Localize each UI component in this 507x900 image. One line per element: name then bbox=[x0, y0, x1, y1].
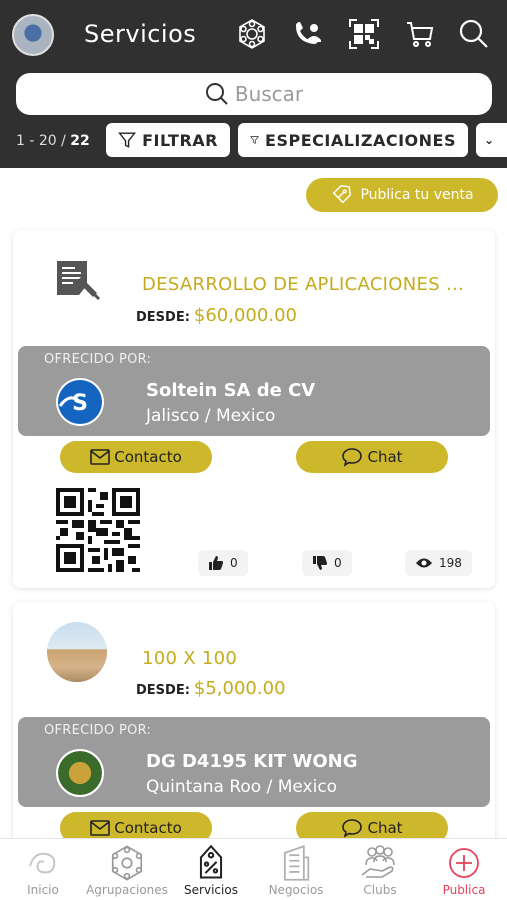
offered-by-label: OFRECIDO POR: bbox=[44, 723, 152, 738]
nav-item-inicio[interactable]: Inicio bbox=[1, 843, 85, 897]
search-field-icon bbox=[205, 83, 228, 105]
chat-bubble-icon bbox=[342, 448, 363, 467]
listing-title[interactable]: DESARROLLO DE APLICACIONES ... bbox=[142, 274, 464, 295]
envelope-icon bbox=[90, 820, 111, 836]
seller-name[interactable]: Soltein SA de CV bbox=[146, 380, 315, 401]
qr-code-icon[interactable] bbox=[348, 18, 380, 50]
seller-name[interactable]: DG D4195 KIT WONG bbox=[146, 751, 357, 772]
chat-label: Chat bbox=[367, 448, 403, 466]
nav-label: Negocios bbox=[268, 883, 324, 897]
listing-title[interactable]: 100 X 100 bbox=[142, 648, 237, 669]
seller-logo bbox=[56, 749, 104, 797]
listing-price-row: DESDE: $5,000.00 bbox=[136, 678, 286, 699]
nav-item-clubs[interactable]: Clubs bbox=[338, 843, 422, 897]
discount-tag-icon bbox=[333, 185, 352, 204]
funnel-icon bbox=[250, 136, 259, 144]
network-icon bbox=[111, 845, 143, 881]
chevron-down-icon: ⌄ bbox=[484, 133, 495, 147]
nav-item-negocios[interactable]: Negocios bbox=[254, 843, 338, 897]
thumbs-up-icon bbox=[209, 556, 223, 570]
desde-label: DESDE: bbox=[136, 310, 190, 325]
filter-label: FILTRAR bbox=[142, 130, 218, 150]
nav-label: Publica bbox=[442, 883, 486, 897]
more-filters-button[interactable]: ⌄ bbox=[476, 123, 507, 157]
phone-user-icon[interactable] bbox=[292, 18, 324, 50]
plus-circle-icon bbox=[449, 848, 479, 878]
nav-label: Servicios bbox=[184, 883, 238, 897]
nav-label: Agrupaciones bbox=[86, 883, 168, 897]
cart-icon[interactable] bbox=[404, 18, 436, 50]
result-total: 22 bbox=[70, 133, 90, 149]
contact-button[interactable]: Contacto bbox=[60, 441, 212, 473]
listing-price: $5,000.00 bbox=[193, 678, 286, 699]
listing-price: $60,000.00 bbox=[193, 305, 297, 326]
publish-sale-label: Publica tu venta bbox=[360, 187, 474, 203]
result-range: 1 - 20 / bbox=[16, 133, 71, 149]
specializations-button[interactable]: ESPECIALIZACIONES bbox=[238, 123, 468, 157]
funnel-icon bbox=[118, 132, 137, 148]
filter-button[interactable]: FILTRAR bbox=[106, 123, 230, 157]
page-title: Servicios bbox=[84, 20, 197, 48]
like-button[interactable]: 0 bbox=[198, 550, 248, 576]
people-hand-icon bbox=[361, 845, 395, 878]
offered-by-label: OFRECIDO POR: bbox=[44, 352, 152, 367]
offered-by-panel[interactable]: OFRECIDO POR: DG D4195 KIT WONG Quintana… bbox=[18, 717, 490, 807]
listing-thumbnail bbox=[47, 622, 107, 682]
dislike-button[interactable]: 0 bbox=[302, 550, 352, 576]
user-avatar[interactable] bbox=[12, 14, 54, 56]
search-icon[interactable] bbox=[458, 18, 490, 50]
thumbs-down-icon bbox=[313, 556, 327, 570]
search-placeholder: Buscar bbox=[234, 82, 304, 106]
building-icon bbox=[283, 844, 310, 881]
nav-label: Inicio bbox=[27, 883, 59, 897]
nav-item-servicios[interactable]: Servicios bbox=[169, 843, 253, 897]
search-input[interactable]: Buscar bbox=[16, 73, 492, 115]
discount-tag-icon bbox=[199, 844, 223, 879]
seller-logo: S bbox=[56, 378, 104, 426]
seller-location: Jalisco / Mexico bbox=[146, 406, 276, 426]
seller-location: Quintana Roo / Mexico bbox=[146, 777, 338, 797]
result-count: 1 - 20 / 22 bbox=[16, 133, 90, 149]
home-swirl-icon bbox=[29, 852, 56, 874]
svg-text:S: S bbox=[72, 391, 88, 416]
app-header: Servicios Buscar 1 - 20 / 22 FILTRAR ESP… bbox=[0, 0, 507, 168]
contact-label: Contacto bbox=[114, 819, 182, 837]
nav-item-publica[interactable]: Publica bbox=[422, 843, 506, 897]
bottom-navigation: Inicio Agrupaciones Servicios Negocios C… bbox=[0, 838, 507, 900]
chat-button[interactable]: Chat bbox=[296, 441, 448, 473]
listing-price-row: DESDE: $60,000.00 bbox=[136, 305, 297, 326]
contact-label: Contacto bbox=[114, 448, 182, 466]
envelope-icon bbox=[90, 449, 111, 465]
view-count: 198 bbox=[439, 556, 462, 570]
chat-bubble-icon bbox=[342, 819, 363, 838]
nav-item-agrupaciones[interactable]: Agrupaciones bbox=[85, 843, 169, 897]
desde-label: DESDE: bbox=[136, 683, 190, 698]
eye-icon bbox=[416, 558, 432, 568]
view-count-badge: 198 bbox=[405, 550, 472, 576]
like-count: 0 bbox=[230, 556, 238, 570]
network-icon[interactable] bbox=[236, 18, 268, 50]
offered-by-panel[interactable]: OFRECIDO POR: S Soltein SA de CV Jalisco… bbox=[18, 346, 490, 436]
nav-label: Clubs bbox=[363, 883, 397, 897]
chat-label: Chat bbox=[367, 819, 403, 837]
document-sign-icon bbox=[57, 261, 101, 301]
specializations-label: ESPECIALIZACIONES bbox=[265, 130, 456, 150]
publish-sale-button[interactable]: Publica tu venta bbox=[306, 178, 498, 212]
qr-code-image bbox=[56, 488, 140, 572]
dislike-count: 0 bbox=[334, 556, 342, 570]
